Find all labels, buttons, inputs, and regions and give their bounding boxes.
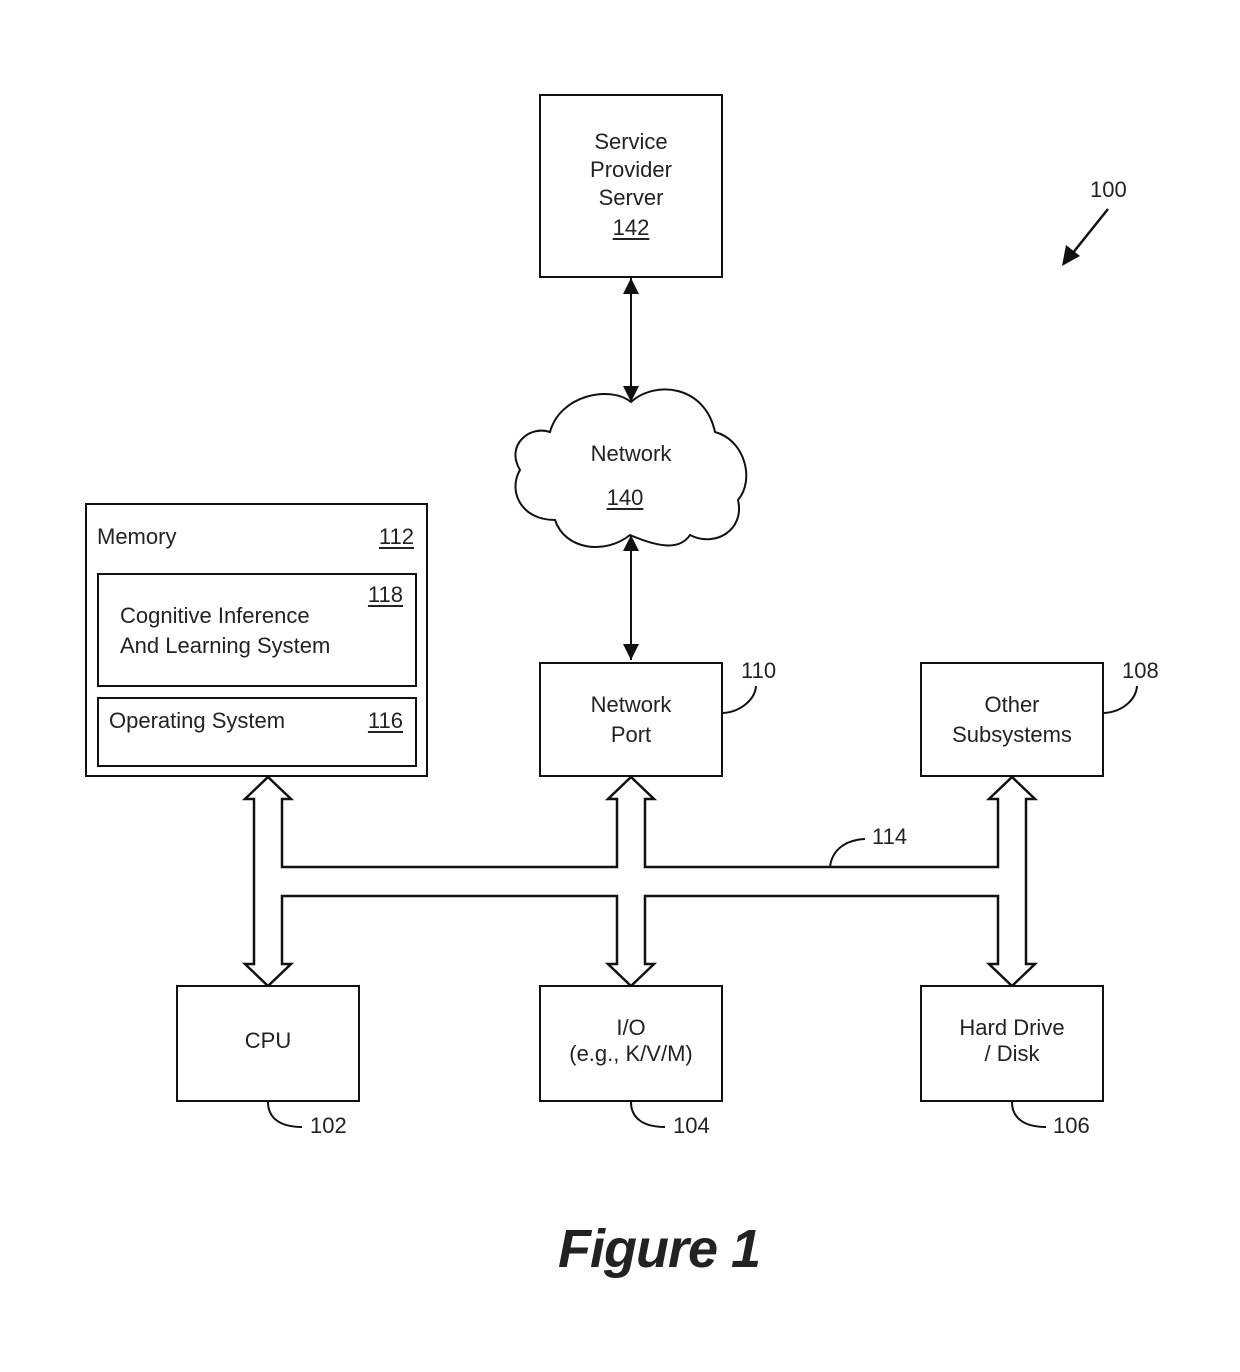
network-port-leader-line: [722, 685, 757, 714]
operating-system-ref-number: 116: [367, 708, 403, 733]
cognitive-system-label: Cognitive Inference And Learning System: [120, 601, 330, 661]
other-subsystems-line-1: Other: [984, 692, 1040, 717]
cpu-box: CPU: [176, 985, 360, 1102]
other-subsystems-line-2: Subsystems: [952, 722, 1072, 747]
other-subsystems-box: Other Subsystems: [920, 662, 1104, 777]
io-leader-line: [630, 1101, 666, 1128]
hard-drive-label: Hard Drive / Disk: [922, 1015, 1102, 1067]
memory-ref-number: 112: [378, 524, 414, 549]
hard-drive-ref-number: 106: [1053, 1113, 1090, 1138]
other-subsystems-label: Other Subsystems: [922, 690, 1102, 750]
server-label-line-2: Provider: [590, 157, 672, 182]
other-subsystems-leader-line: [1103, 685, 1138, 714]
service-provider-server-box: Service Provider Server 142: [539, 94, 723, 278]
io-box: I/O (e.g., K/V/M): [539, 985, 723, 1102]
system-bus: [241, 775, 1039, 988]
network-port-line-1: Network: [590, 692, 672, 717]
bus-ref-number: 114: [872, 824, 908, 849]
other-subsystems-ref-number: 108: [1122, 658, 1159, 683]
hard-drive-leader-line: [1011, 1101, 1047, 1128]
system-ref-number: 100: [1090, 177, 1127, 202]
network-ref-number: 140: [606, 485, 644, 510]
operating-system-box: Operating System 116: [97, 697, 417, 767]
bus-leader-line: [829, 838, 866, 868]
hard-drive-line-1: Hard Drive: [959, 1015, 1065, 1040]
server-network-arrow: [623, 278, 639, 402]
network-port-box: Network Port: [539, 662, 723, 777]
cognitive-label-line-2: And Learning System: [120, 633, 331, 658]
cognitive-system-ref-number: 118: [367, 582, 403, 607]
hard-drive-line-2: / Disk: [984, 1041, 1040, 1066]
io-line-1: I/O: [616, 1015, 646, 1040]
server-label-line-3: Server: [598, 185, 664, 210]
network-port-ref-number: 110: [741, 658, 777, 683]
io-line-2: (e.g., K/V/M): [569, 1041, 693, 1066]
cpu-ref-number: 102: [310, 1113, 347, 1138]
network-cloud: [514, 388, 748, 548]
server-label-line-1: Service: [594, 129, 668, 154]
figure-caption: Figure 1: [558, 1219, 761, 1279]
hard-drive-box: Hard Drive / Disk: [920, 985, 1104, 1102]
server-ref-number: 142: [612, 215, 650, 240]
memory-label: Memory: [97, 524, 177, 549]
io-label: I/O (e.g., K/V/M): [541, 1015, 721, 1067]
cognitive-label-line-1: Cognitive Inference: [120, 603, 310, 628]
service-provider-server-label: Service Provider Server 142: [541, 128, 721, 242]
cpu-leader-line: [267, 1101, 303, 1128]
network-port-arrow: [623, 535, 639, 660]
system-ref-arrow: [1062, 208, 1109, 266]
network-label: Network: [590, 441, 672, 466]
io-ref-number: 104: [673, 1113, 710, 1138]
network-port-line-2: Port: [610, 722, 652, 747]
network-port-label: Network Port: [541, 690, 721, 750]
operating-system-label: Operating System: [109, 708, 286, 733]
cognitive-system-box: 118 Cognitive Inference And Learning Sys…: [97, 573, 417, 687]
cpu-label: CPU: [244, 1028, 292, 1053]
memory-box: Memory 112 118 Cognitive Inference And L…: [85, 503, 428, 777]
